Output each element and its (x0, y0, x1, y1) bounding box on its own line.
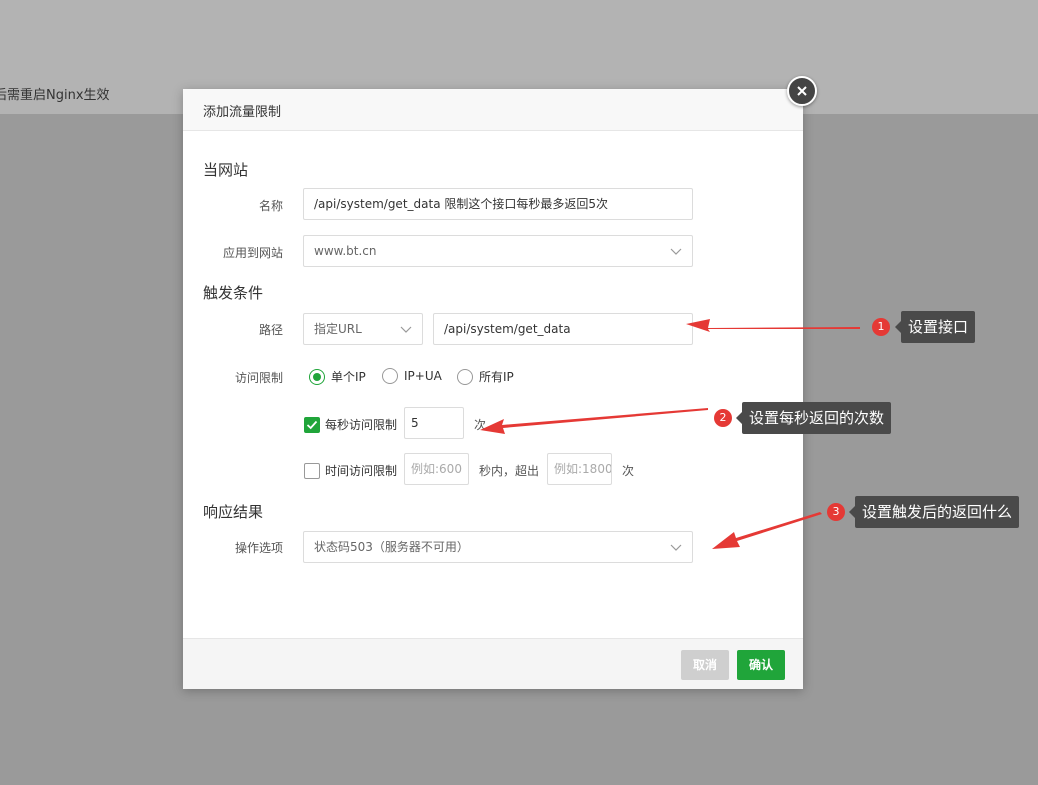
radio-ip-ua[interactable]: IP+UA (382, 368, 442, 384)
checkbox-box (304, 416, 320, 433)
per-second-unit: 次 (474, 418, 487, 432)
close-icon (797, 86, 807, 96)
annotation-badge-1: 1 (872, 318, 890, 336)
annotation-tip-2: 设置每秒返回的次数 (735, 402, 892, 434)
confirm-button[interactable]: 确认 (737, 650, 785, 680)
annotation-tip-1: 设置接口 (894, 311, 976, 343)
per-second-checkbox[interactable]: 每秒访问限制 (304, 416, 397, 433)
annotation-badge-2: 2 (714, 409, 732, 427)
path-type-select[interactable]: 指定URL (303, 313, 423, 345)
chevron-down-icon (400, 326, 412, 333)
time-limit-middle-text: 秒内，超出 (479, 464, 540, 478)
chevron-down-icon (670, 544, 682, 551)
time-limit-label: 时间访问限制 (325, 464, 398, 478)
time-limit-seconds-input[interactable]: 例如:600 (404, 453, 469, 485)
radio-single-ip[interactable]: 单个IP (309, 368, 366, 385)
radio-single-ip-label: 单个IP (331, 370, 366, 384)
apply-site-value: www.bt.cn (314, 244, 377, 258)
section-response: 响应结果 (203, 503, 264, 521)
radio-indicator (382, 368, 398, 384)
annotation-badge-3: 3 (827, 503, 845, 521)
action-select[interactable]: 状态码503（服务器不可用） (303, 531, 693, 563)
action-label: 操作选项 (234, 541, 283, 555)
path-label: 路径 (258, 323, 283, 337)
background-hint-text: 后需重启Nginx生效 (0, 88, 110, 103)
name-label: 名称 (258, 199, 283, 213)
radio-indicator (457, 368, 473, 385)
dialog-footer: 取消 确认 (183, 638, 803, 689)
chevron-down-icon (670, 248, 682, 255)
dialog-title: 添加流量限制 (183, 89, 803, 131)
path-input[interactable]: /api/system/get_data (433, 313, 693, 345)
access-limit-label: 访问限制 (234, 371, 283, 385)
path-type-value: 指定URL (314, 322, 362, 336)
add-traffic-limit-dialog: 添加流量限制 当网站 名称 /api/system/get_data 限制这个接… (183, 89, 803, 689)
cancel-button[interactable]: 取消 (681, 650, 729, 680)
section-site: 当网站 (203, 161, 249, 179)
annotation-tip-3: 设置触发后的返回什么 (848, 496, 1020, 528)
time-limit-checkbox[interactable]: 时间访问限制 (304, 462, 397, 479)
per-second-label: 每秒访问限制 (325, 418, 398, 432)
radio-all-ip[interactable]: 所有IP (457, 368, 514, 385)
name-input[interactable]: /api/system/get_data 限制这个接口每秒最多返回5次 (303, 188, 693, 220)
section-trigger: 触发条件 (203, 284, 264, 302)
radio-indicator (309, 368, 325, 385)
per-second-input[interactable]: 5 (404, 407, 464, 439)
time-limit-unit: 次 (622, 464, 635, 478)
checkmark-icon (306, 420, 318, 429)
close-button[interactable] (787, 76, 817, 106)
radio-all-ip-label: 所有IP (479, 370, 514, 384)
radio-ip-ua-label: IP+UA (404, 369, 442, 383)
action-value: 状态码503（服务器不可用） (314, 540, 469, 554)
time-limit-count-input[interactable]: 例如:1800 (547, 453, 612, 485)
checkbox-box (304, 462, 320, 479)
apply-site-select[interactable]: www.bt.cn (303, 235, 693, 267)
apply-site-label: 应用到网站 (222, 246, 283, 260)
